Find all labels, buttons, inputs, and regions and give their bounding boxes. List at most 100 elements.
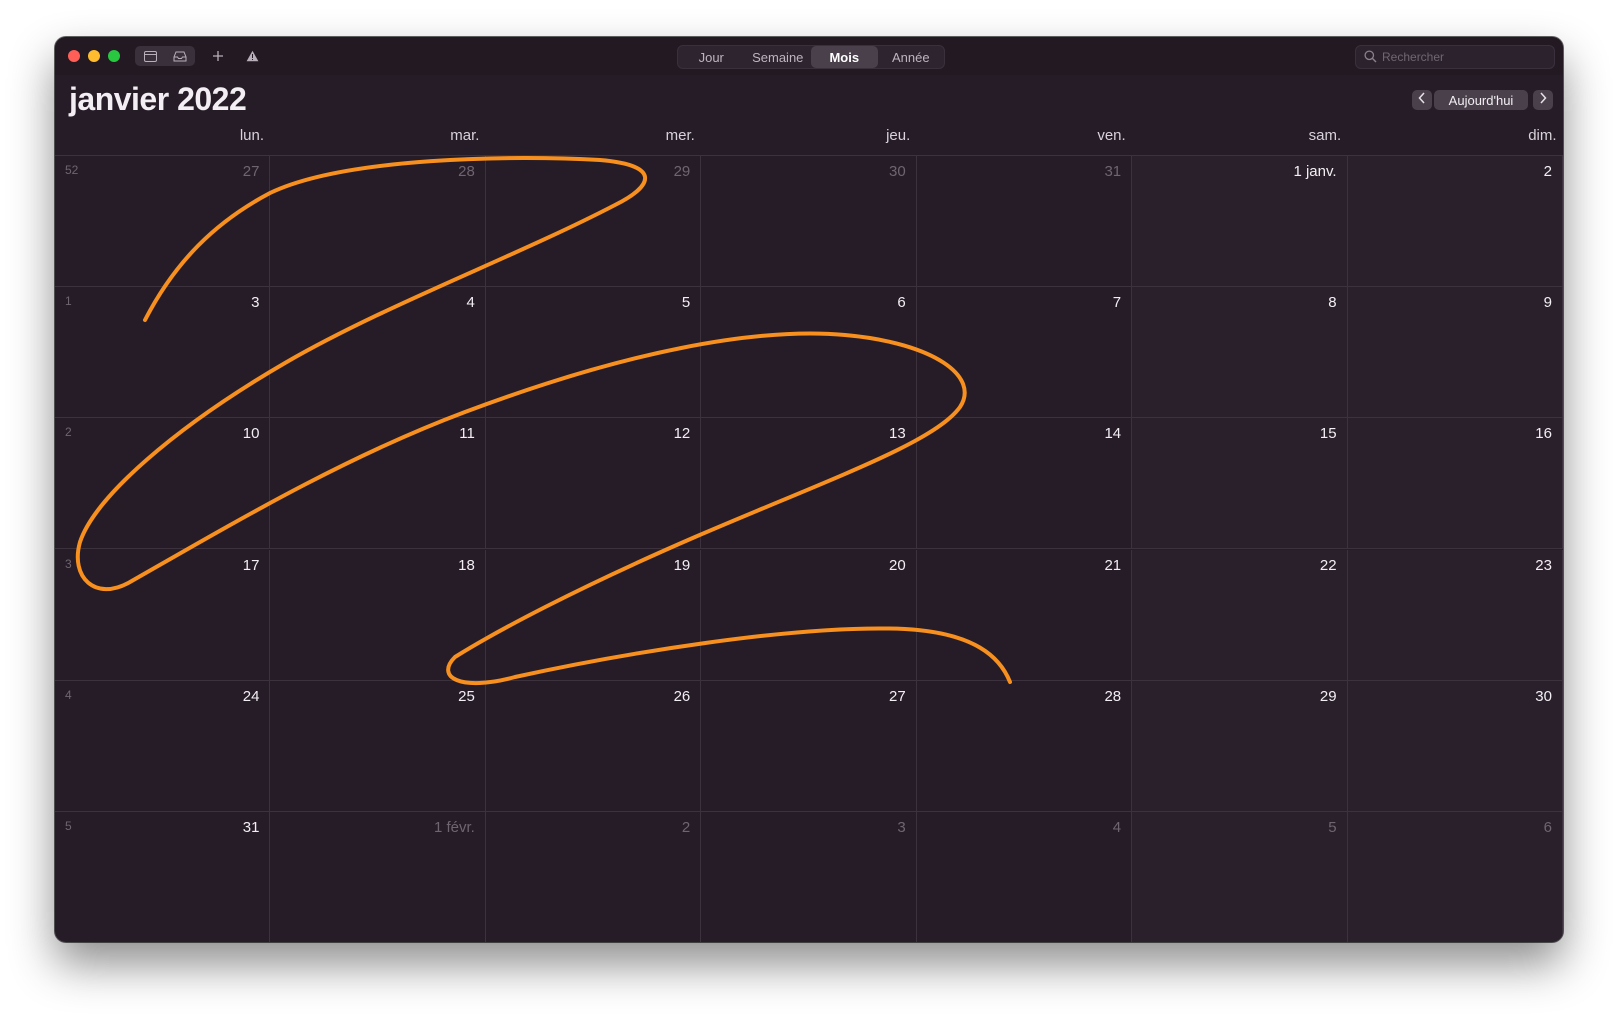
day-cell[interactable]: 23 [1347,549,1563,681]
close-icon[interactable] [68,50,80,62]
next-month-button[interactable] [1533,90,1553,110]
calendars-icon[interactable] [135,46,165,66]
previous-month-button[interactable] [1412,90,1432,110]
chevron-left-icon [1418,91,1426,109]
day-cell[interactable]: 13 [701,418,917,550]
today-button[interactable]: Aujourd'hui [1434,90,1528,110]
weekday-label: lun. [239,127,264,144]
day-cell[interactable]: 2 [1347,156,1563,288]
day-cell[interactable]: 9 [1347,287,1563,419]
inbox-icon[interactable] [165,46,195,66]
day-number: 29 [1319,687,1337,705]
day-number: 16 [1535,425,1552,443]
view-switcher: Jour Semaine Mois Année [677,45,945,69]
day-cell[interactable]: 5 [485,287,702,419]
day-number: 25 [458,687,475,705]
day-cell[interactable]: 6 [701,287,917,419]
day-cell[interactable]: 30 [1347,680,1563,812]
day-number: 19 [673,556,691,574]
day-cell[interactable]: 2 [485,811,702,942]
day-cell[interactable]: 4 24 [55,680,271,812]
day-cell[interactable]: 7 [916,287,1133,419]
day-number: 7 [1112,294,1122,312]
day-cell[interactable]: 28 [916,680,1133,812]
day-number: 9 [1543,294,1552,312]
day-number: 31 [1104,163,1122,180]
calendars-toggle[interactable] [135,46,195,66]
day-cell[interactable]: 5 31 [55,811,271,942]
tab-jour[interactable]: Jour [678,46,745,68]
day-cell[interactable]: 21 [916,549,1133,681]
day-number: 28 [1104,687,1122,705]
day-number: 1 févr. [433,818,475,836]
day-cell[interactable]: 18 [270,549,486,681]
day-number: 29 [673,163,691,180]
minimize-icon[interactable] [88,50,100,62]
weekday-header: lun. mar. mer. jeu. ven. sam. dim. [55,125,1563,153]
day-cell[interactable]: 16 [1347,418,1563,550]
day-number: 17 [242,556,260,574]
week-number: 3 [65,556,72,571]
day-cell[interactable]: 3 [701,811,917,942]
week-number: 5 [65,818,72,833]
day-number: 3 [251,294,260,312]
search-icon [1364,50,1377,68]
day-cell[interactable]: 26 [485,680,702,812]
day-cell[interactable]: 12 [485,418,702,550]
tab-mois[interactable]: Mois [811,46,878,68]
day-number: 13 [889,425,906,443]
add-icon[interactable] [207,46,229,66]
alert-icon[interactable] [241,46,263,66]
day-cell[interactable]: 29 [485,156,702,288]
tab-annee[interactable]: Année [878,46,945,68]
day-cell[interactable]: 4 [270,287,486,419]
day-cell[interactable]: 2 10 [55,418,271,550]
week-number: 52 [65,163,79,177]
day-cell[interactable]: 19 [485,549,702,681]
day-number: 2 [1543,163,1552,180]
day-cell[interactable]: 20 [701,549,917,681]
search-input[interactable]: Rechercher [1355,45,1555,69]
day-number: 31 [242,818,260,836]
weekday-label: jeu. [886,127,911,144]
zoom-icon[interactable] [108,50,120,62]
day-cell[interactable]: 8 [1132,287,1348,419]
tab-semaine[interactable]: Semaine [745,46,812,68]
day-number: 4 [1112,818,1122,836]
page-title: janvier 2022 [69,81,247,117]
day-number: 12 [673,425,691,443]
day-cell[interactable]: 6 [1347,811,1563,942]
chevron-right-icon [1539,91,1547,109]
day-number: 1 janv. [1293,163,1337,180]
day-number: 22 [1319,556,1337,574]
day-number: 2 [681,818,691,836]
week-number: 4 [65,687,72,702]
day-cell[interactable]: 1 févr. [270,811,486,942]
day-cell[interactable]: 13 [55,287,271,419]
day-cell[interactable]: 5 [1132,811,1348,942]
day-cell[interactable]: 31 [916,156,1133,288]
day-cell[interactable]: 3 17 [55,549,271,681]
day-number: 4 [466,294,475,312]
day-cell[interactable]: 14 [916,418,1133,550]
day-cell[interactable]: 1 janv. [1132,156,1348,288]
day-cell[interactable]: 27 [701,680,917,812]
day-number: 26 [673,687,691,705]
weekday-label: ven. [1097,127,1126,144]
day-cell[interactable]: 29 [1132,680,1348,812]
day-cell[interactable]: 52 27 [55,156,271,288]
day-cell[interactable]: 11 [270,418,486,550]
week-number: 2 [65,425,72,440]
day-number: 5 [1328,818,1337,836]
day-number: 30 [1535,687,1552,705]
day-cell[interactable]: 15 [1132,418,1348,550]
day-number: 30 [889,163,906,180]
day-cell[interactable]: 4 [916,811,1133,942]
toolbar: Jour Semaine Mois Année Rechercher [55,37,1563,75]
day-cell[interactable]: 22 [1132,549,1348,681]
day-cell[interactable]: 30 [701,156,917,288]
weekday-label: dim. [1528,127,1557,144]
day-cell[interactable]: 28 [270,156,486,288]
day-cell[interactable]: 25 [270,680,486,812]
day-number: 24 [242,687,260,705]
